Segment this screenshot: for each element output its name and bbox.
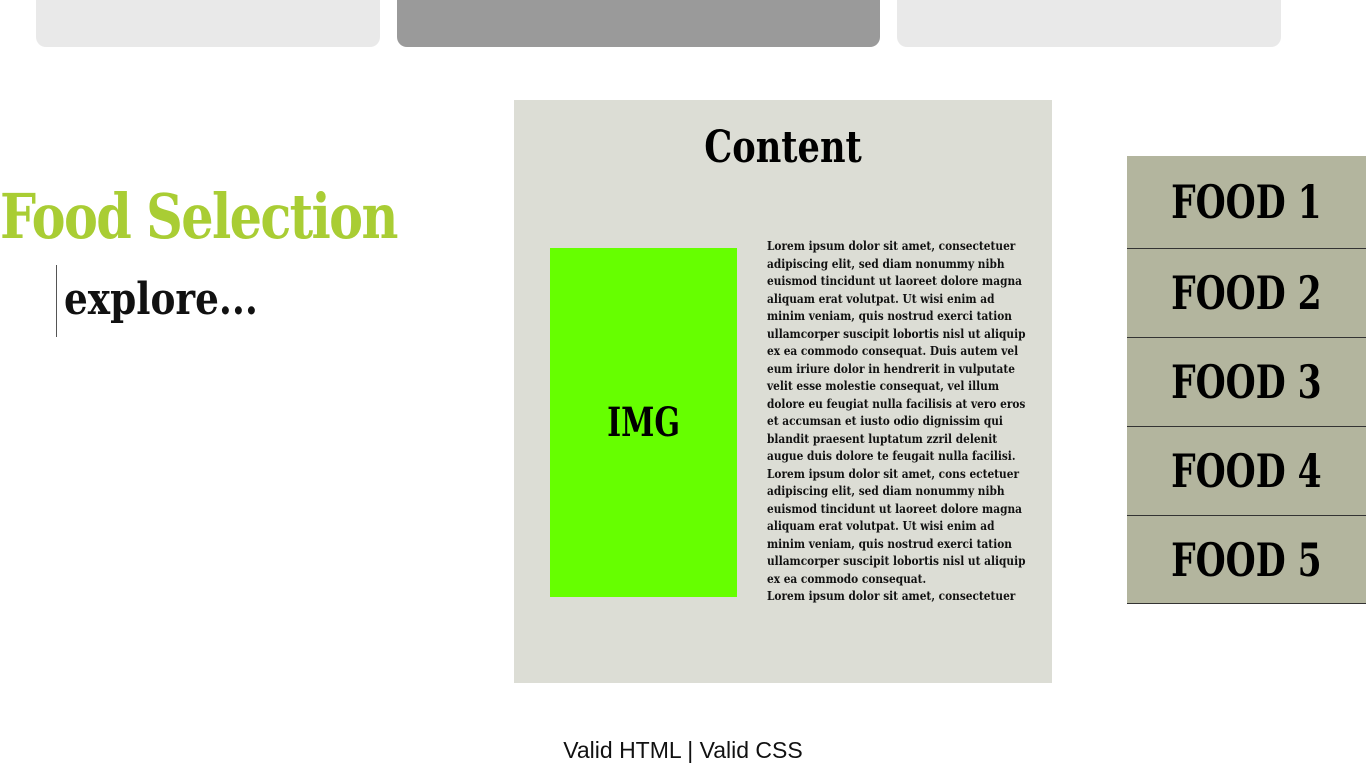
subtitle-divider xyxy=(56,265,57,337)
footer-separator: | xyxy=(680,737,700,763)
food-menu-item-1[interactable]: FOOD 1 xyxy=(1127,156,1366,249)
food-menu-item-label: FOOD 5 xyxy=(1171,532,1322,587)
content-paragraph: Lorem ipsum dolor sit amet, consectetuer… xyxy=(767,239,1026,463)
page-subtitle: explore... xyxy=(64,274,258,325)
nav-tab-1[interactable] xyxy=(36,0,380,47)
valid-html-link[interactable]: Valid HTML xyxy=(563,737,681,763)
food-menu: FOOD 1 FOOD 2 FOOD 3 FOOD 4 FOOD 5 xyxy=(1127,156,1366,604)
image-placeholder-label: IMG xyxy=(607,399,680,446)
food-menu-item-label: FOOD 2 xyxy=(1171,266,1322,320)
content-paragraph: Lorem ipsum dolor sit amet, cons ectetue… xyxy=(767,466,1026,586)
valid-css-link[interactable]: Valid CSS xyxy=(700,737,803,763)
footer: Valid HTML | Valid CSS xyxy=(0,735,1366,765)
food-menu-item-3[interactable]: FOOD 3 xyxy=(1127,338,1366,427)
nav-tab-3[interactable] xyxy=(897,0,1281,47)
food-menu-item-4[interactable]: FOOD 4 xyxy=(1127,427,1366,516)
food-menu-item-2[interactable]: FOOD 2 xyxy=(1127,249,1366,338)
content-paragraph: Lorem ipsum dolor sit amet, consectetuer xyxy=(767,589,1016,603)
nav-tab-2-active[interactable] xyxy=(397,0,880,47)
image-placeholder: IMG xyxy=(550,248,737,597)
food-menu-item-label: FOOD 4 xyxy=(1171,444,1322,498)
content-body: Lorem ipsum dolor sit amet, consectetuer… xyxy=(767,238,1031,606)
content-heading: Content xyxy=(704,122,862,173)
food-menu-item-5[interactable]: FOOD 5 xyxy=(1127,516,1366,604)
content-panel: Content IMG Lorem ipsum dolor sit amet, … xyxy=(514,100,1052,683)
food-menu-item-label: FOOD 3 xyxy=(1171,355,1322,409)
page-title: Food Selection xyxy=(0,180,398,253)
food-menu-item-label: FOOD 1 xyxy=(1171,175,1322,229)
